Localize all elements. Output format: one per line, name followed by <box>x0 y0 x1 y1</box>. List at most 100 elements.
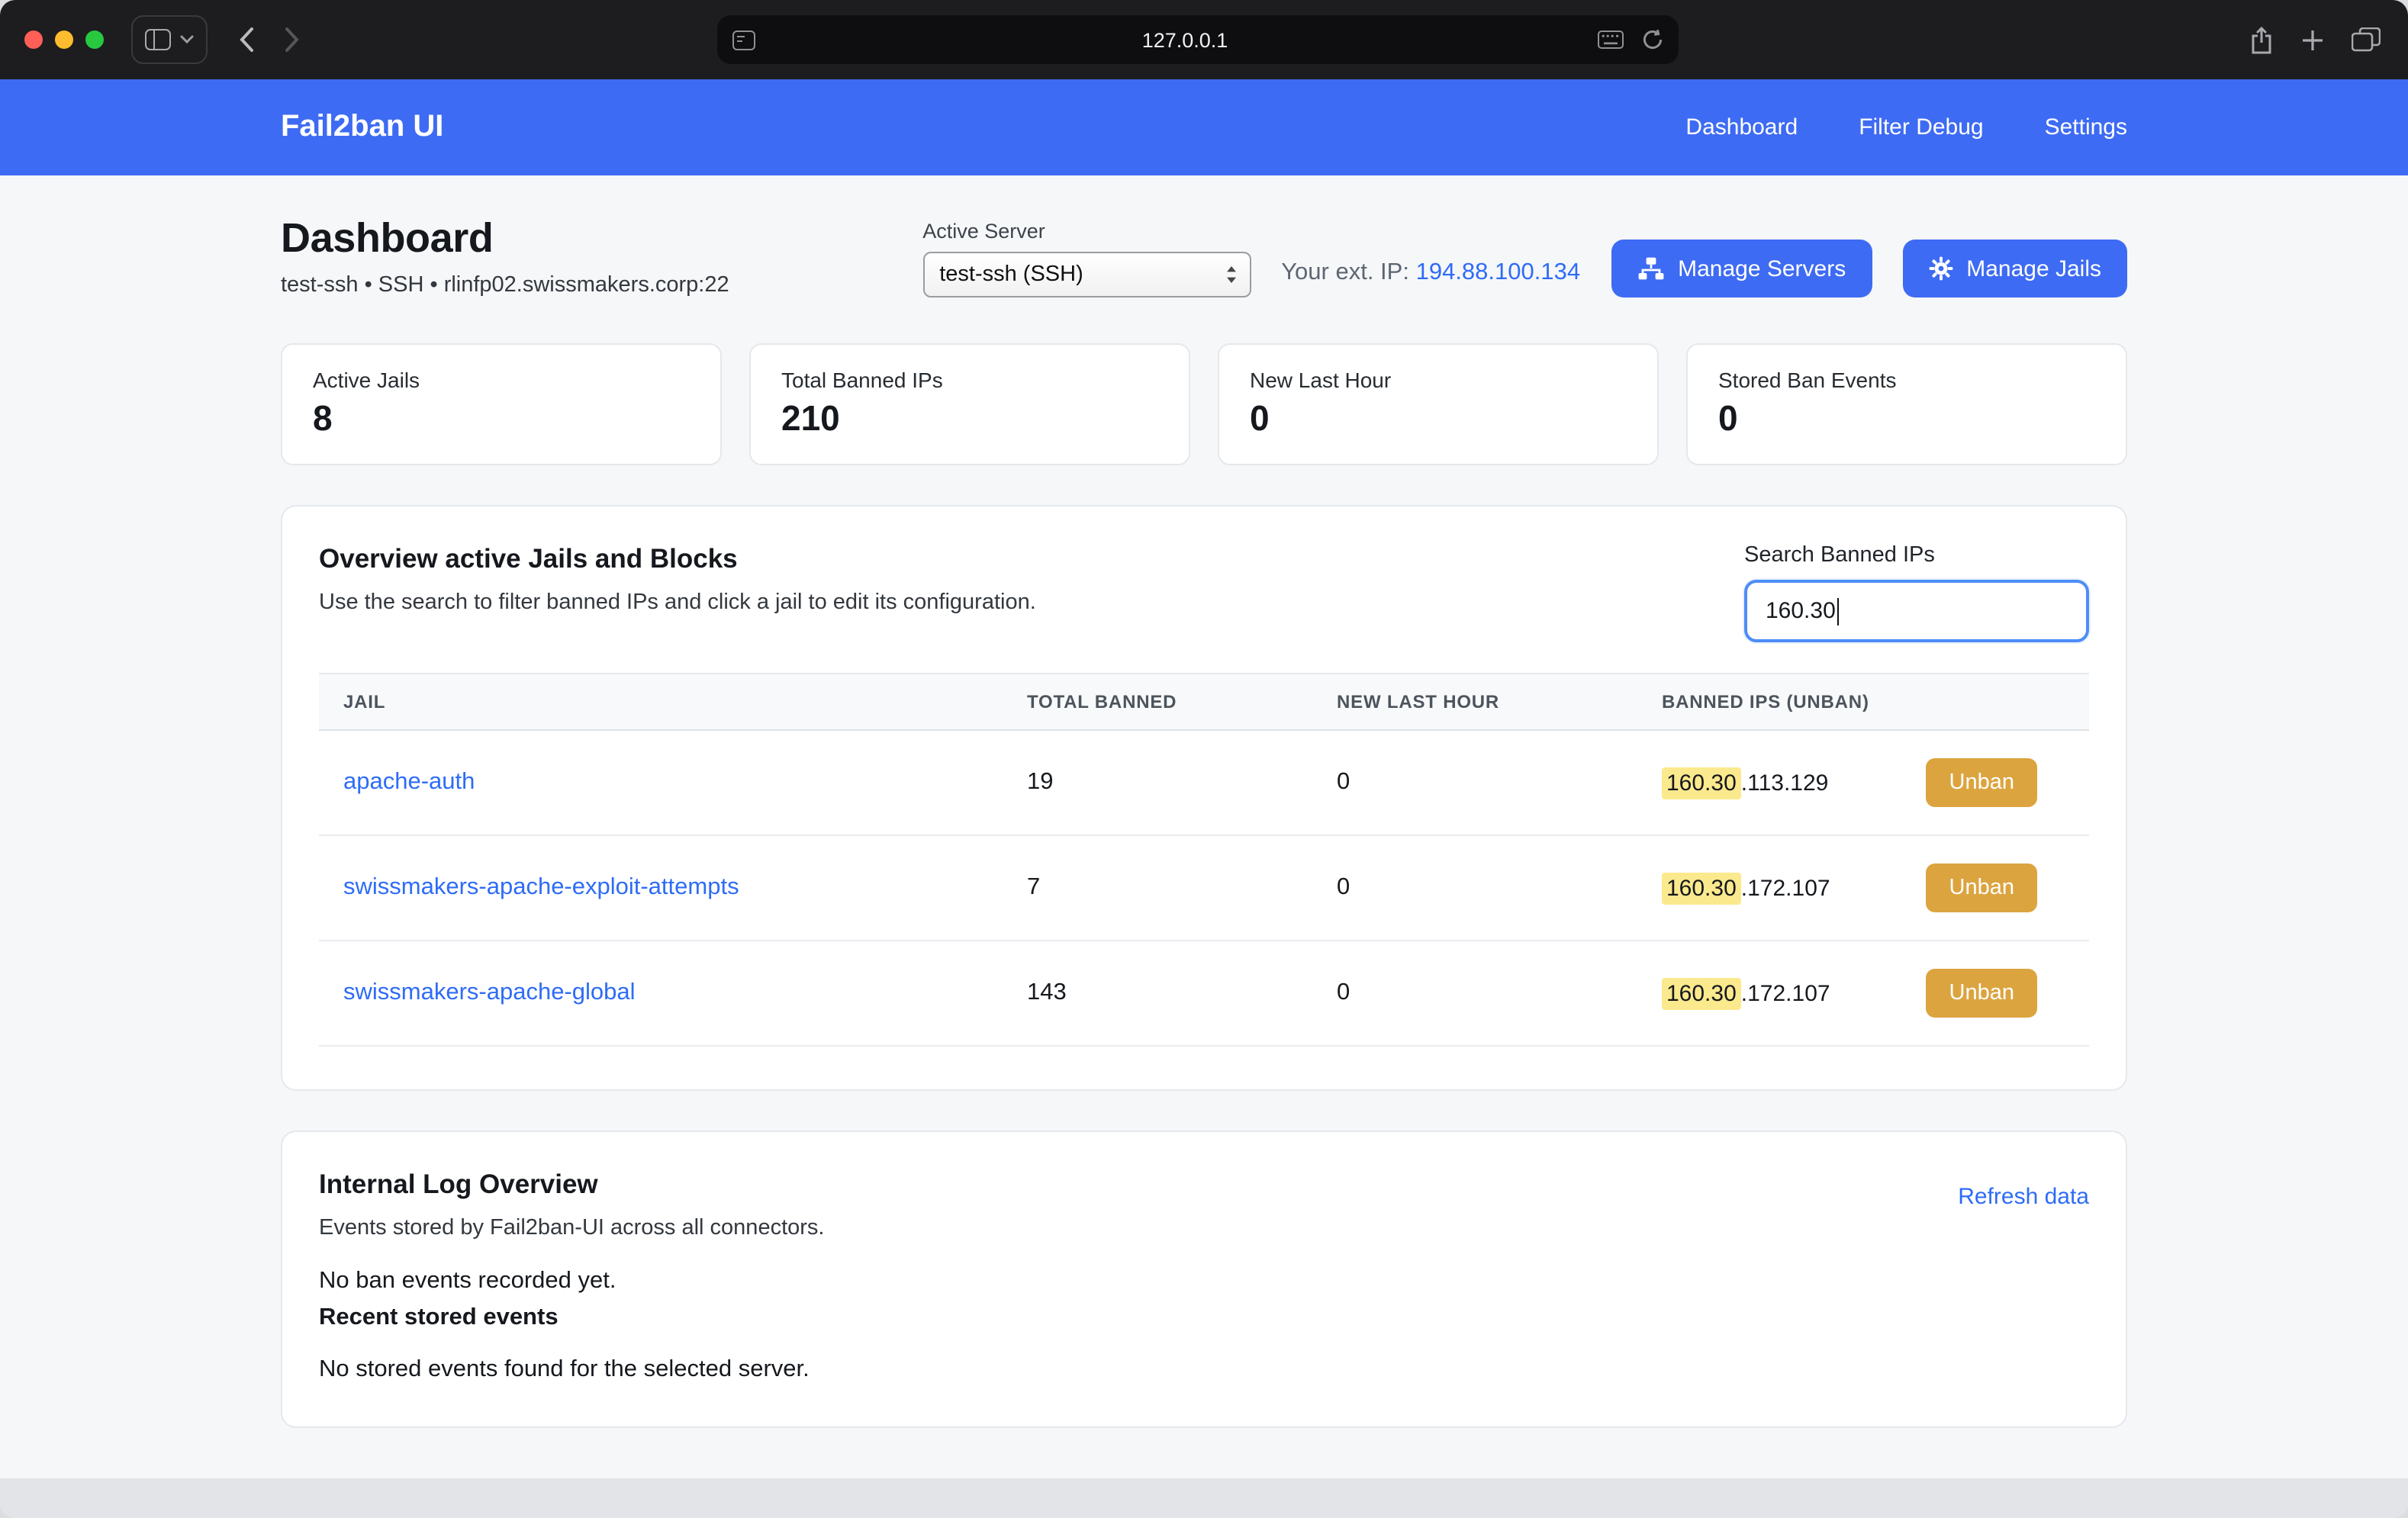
stat-value: 0 <box>1718 398 2095 439</box>
jails-overview-card: Overview active Jails and Blocks Use the… <box>281 505 2127 1091</box>
table-row: apache-auth 19 0 160.30.113.129 Unban <box>319 731 2089 836</box>
page-header: Dashboard test-ssh • SSH • rlinfp02.swis… <box>281 215 2127 297</box>
recent-stored-events-title: Recent stored events <box>319 1304 2089 1332</box>
gear-icon <box>1928 256 1952 281</box>
no-ban-events-text: No ban events recorded yet. <box>319 1268 2089 1295</box>
table-row: swissmakers-apache-exploit-attempts 7 0 … <box>319 836 2089 941</box>
stats-row: Active Jails 8 Total Banned IPs 210 New … <box>281 343 2127 465</box>
tabs-overview-icon[interactable] <box>2352 27 2381 52</box>
browser-chrome: 127.0.0.1 <box>0 0 2408 79</box>
app-navbar: Fail2ban UI Dashboard Filter Debug Setti… <box>0 79 2408 175</box>
sidebar-toggle-button[interactable] <box>131 15 208 64</box>
jails-table: JAIL TOTAL BANNED NEW LAST HOUR BANNED I… <box>319 673 2089 1047</box>
stat-label: Stored Ban Events <box>1718 368 2095 392</box>
total-banned-value: 7 <box>1027 874 1337 902</box>
stat-label: New Last Hour <box>1250 368 1627 392</box>
total-banned-value: 19 <box>1027 769 1337 796</box>
select-arrows-icon <box>1225 265 1237 284</box>
jail-link[interactable]: swissmakers-apache-global <box>343 979 636 1005</box>
address-bar[interactable]: 127.0.0.1 <box>717 15 1679 64</box>
search-input-value: 160.30 <box>1766 598 1836 624</box>
search-banned-ips-input[interactable]: 160.30 <box>1744 580 2089 642</box>
column-header-total-banned: TOTAL BANNED <box>1027 691 1337 712</box>
refresh-data-link[interactable]: Refresh data <box>1958 1184 2089 1210</box>
window-bottom-edge <box>0 1478 2408 1518</box>
external-ip-value[interactable]: 194.88.100.134 <box>1416 259 1581 285</box>
nav-link-dashboard[interactable]: Dashboard <box>1685 114 1798 140</box>
sitemap-icon <box>1637 256 1664 281</box>
ip-match-highlight: 160.30 <box>1662 767 1741 799</box>
stat-label: Active Jails <box>313 368 690 392</box>
log-title: Internal Log Overview <box>319 1169 824 1201</box>
new-last-hour-value: 0 <box>1337 874 1662 902</box>
minimize-window-button[interactable] <box>55 31 73 49</box>
chrome-right-controls <box>2249 0 2381 79</box>
stat-card-stored-ban-events: Stored Ban Events 0 <box>1686 343 2127 465</box>
stat-card-total-banned: Total Banned IPs 210 <box>749 343 1190 465</box>
overview-title: Overview active Jails and Blocks <box>319 543 1036 575</box>
overview-subtitle: Use the search to filter banned IPs and … <box>319 590 1036 615</box>
ip-rest: .113.129 <box>1741 770 1829 796</box>
app-brand[interactable]: Fail2ban UI <box>281 110 443 145</box>
column-header-new-last-hour: NEW LAST HOUR <box>1337 691 1662 712</box>
forward-button[interactable] <box>269 17 314 63</box>
search-banned-ips-label: Search Banned IPs <box>1744 543 2089 568</box>
jail-link[interactable]: apache-auth <box>343 769 475 795</box>
column-header-banned-ips: BANNED IPS (UNBAN) <box>1662 691 2089 712</box>
manage-jails-button[interactable]: Manage Jails <box>1902 240 2127 297</box>
new-last-hour-value: 0 <box>1337 979 1662 1007</box>
total-banned-value: 143 <box>1027 979 1337 1007</box>
active-server-value: test-ssh (SSH) <box>939 262 1225 287</box>
ip-match-highlight: 160.30 <box>1662 872 1741 904</box>
jail-link[interactable]: swissmakers-apache-exploit-attempts <box>343 874 739 900</box>
no-stored-events-text: No stored events found for the selected … <box>319 1356 2089 1384</box>
stat-value: 0 <box>1250 398 1627 439</box>
column-header-jail: JAIL <box>319 691 1027 712</box>
manage-jails-label: Manage Jails <box>1966 256 2101 281</box>
table-row: swissmakers-apache-global 143 0 160.30.1… <box>319 941 2089 1047</box>
zoom-window-button[interactable] <box>85 31 104 49</box>
stat-value: 210 <box>781 398 1158 439</box>
new-tab-icon[interactable] <box>2301 28 2324 51</box>
browser-window: 127.0.0.1 <box>0 0 2408 1518</box>
stat-card-active-jails: Active Jails 8 <box>281 343 722 465</box>
log-subtitle: Events stored by Fail2ban-UI across all … <box>319 1216 824 1240</box>
screen: 127.0.0.1 <box>0 0 2408 1518</box>
stat-label: Total Banned IPs <box>781 368 1158 392</box>
manage-servers-button[interactable]: Manage Servers <box>1611 240 1872 297</box>
ip-rest: .172.107 <box>1741 875 1830 901</box>
banned-ip: 160.30.172.107 <box>1662 875 1830 901</box>
keyboard-icon[interactable] <box>1598 31 1624 49</box>
reload-icon[interactable] <box>1642 29 1663 50</box>
close-window-button[interactable] <box>24 31 43 49</box>
traffic-lights <box>24 31 104 49</box>
unban-button[interactable]: Unban <box>1927 758 2037 807</box>
nav-link-filter-debug[interactable]: Filter Debug <box>1859 114 1983 140</box>
nav-link-settings[interactable]: Settings <box>2045 114 2127 140</box>
sidebar-icon <box>145 29 171 50</box>
nav-links: Dashboard Filter Debug Settings <box>1685 114 2127 140</box>
external-ip: Your ext. IP: 194.88.100.134 <box>1281 259 1580 287</box>
chevron-down-icon <box>180 35 194 44</box>
page-title: Dashboard <box>281 215 729 262</box>
manage-servers-label: Manage Servers <box>1678 256 1846 281</box>
page-settings-icon[interactable] <box>732 30 772 50</box>
banned-ip: 160.30.113.129 <box>1662 770 1828 796</box>
ip-rest: .172.107 <box>1741 980 1830 1006</box>
banned-ip: 160.30.172.107 <box>1662 980 1830 1006</box>
unban-button[interactable]: Unban <box>1927 864 2037 912</box>
text-caret <box>1837 597 1840 625</box>
unban-button[interactable]: Unban <box>1927 969 2037 1018</box>
new-last-hour-value: 0 <box>1337 769 1662 796</box>
page-subtitle: test-ssh • SSH • rlinfp02.swissmakers.co… <box>281 273 729 297</box>
external-ip-label: Your ext. IP: <box>1281 259 1409 285</box>
back-button[interactable] <box>223 17 269 63</box>
share-icon[interactable] <box>2249 25 2274 54</box>
stat-value: 8 <box>313 398 690 439</box>
url-text: 127.0.0.1 <box>772 28 1598 51</box>
stat-card-new-last-hour: New Last Hour 0 <box>1218 343 1659 465</box>
internal-log-card: Internal Log Overview Events stored by F… <box>281 1130 2127 1428</box>
active-server-select[interactable]: test-ssh (SSH) <box>922 252 1251 297</box>
page: Dashboard test-ssh • SSH • rlinfp02.swis… <box>0 175 2408 1478</box>
active-server-label: Active Server <box>922 220 1251 243</box>
